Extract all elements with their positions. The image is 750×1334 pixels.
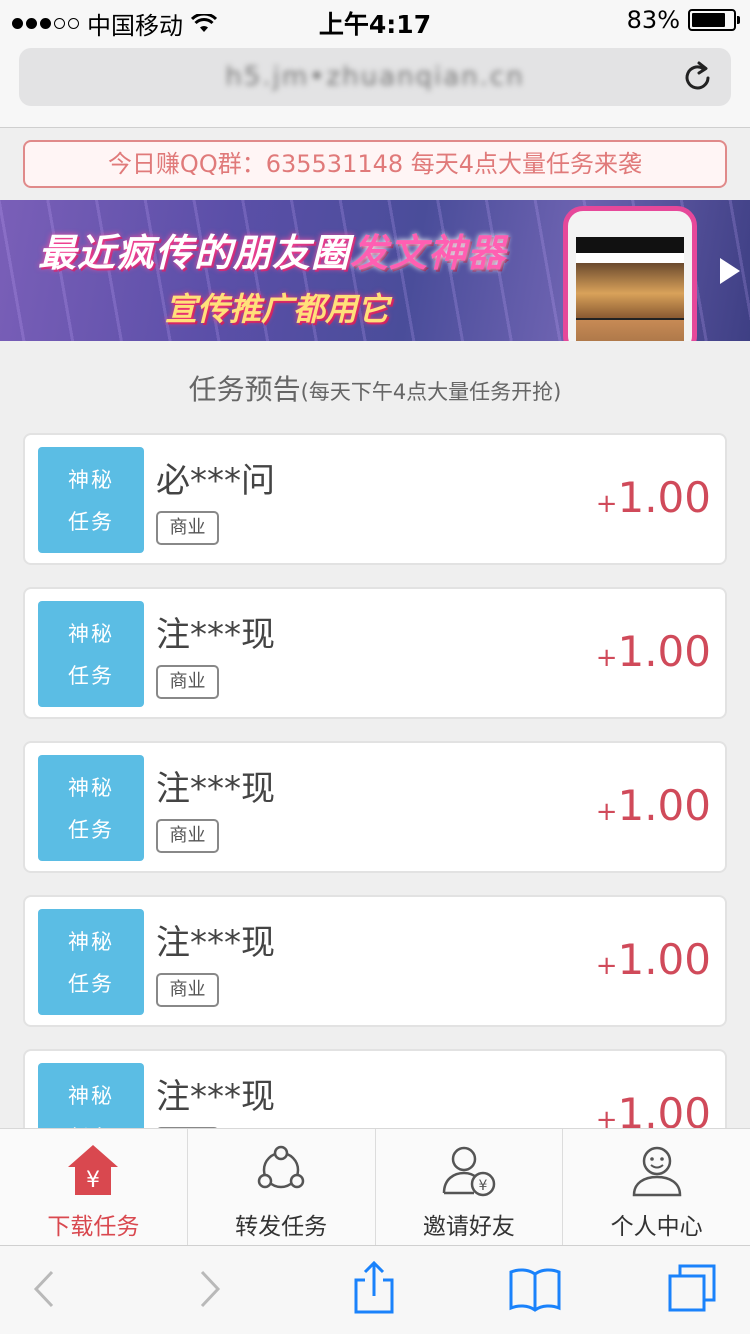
reward-plus: + <box>595 951 618 981</box>
task-name: 注***现 <box>156 615 275 655</box>
tab-profile[interactable]: 个人中心 <box>563 1129 750 1245</box>
task-badge: 神秘 任务 <box>38 1063 144 1128</box>
browser-url-area: h5.jm•zhuanqian.cn <box>0 40 750 128</box>
banner-headline: 最近疯传的朋友圈发文神器 <box>38 222 506 277</box>
task-badge: 神秘 任务 <box>38 909 144 1015</box>
url-field[interactable]: h5.jm•zhuanqian.cn <box>19 48 731 106</box>
banner-next-arrow-icon[interactable] <box>720 258 740 284</box>
reload-icon[interactable] <box>681 60 715 94</box>
task-name: 注***现 <box>156 923 275 963</box>
task-tag: 商业 <box>156 973 219 1007</box>
bookmarks-icon[interactable] <box>508 1266 562 1312</box>
section-title: 任务预告(每天下午4点大量任务开抢) <box>0 368 750 408</box>
tab-label: 个人中心 <box>610 1214 703 1240</box>
task-badge-line1: 神秘 <box>68 622 114 646</box>
section-title-main: 任务预告 <box>188 373 301 406</box>
task-list[interactable]: 神秘 任务 必***问 商业 +1.00 神秘 任务 注***现 商业 +1.0… <box>23 433 727 1128</box>
task-badge-line2: 任务 <box>68 818 114 842</box>
tab-invite-friends[interactable]: ¥ 邀请好友 <box>376 1129 564 1245</box>
reward-amount: 1.00 <box>617 473 711 522</box>
profile-icon <box>632 1146 681 1197</box>
reward-amount: 1.00 <box>617 935 711 984</box>
tab-label: 邀请好友 <box>422 1214 515 1240</box>
tab-label: 下载任务 <box>47 1214 140 1240</box>
task-tag: 商业 <box>156 665 219 699</box>
section-title-sub: (每天下午4点大量任务开抢) <box>300 380 562 404</box>
task-badge-line1: 神秘 <box>68 468 114 492</box>
svg-text:¥: ¥ <box>86 1168 100 1193</box>
tab-label: 转发任务 <box>235 1214 328 1240</box>
task-name: 必***问 <box>156 461 275 501</box>
task-badge: 神秘 任务 <box>38 601 144 707</box>
reward-plus: + <box>595 1105 618 1128</box>
task-card[interactable]: 神秘 任务 注***现 商业 +1.00 <box>23 587 727 719</box>
reward-plus: + <box>595 643 618 673</box>
banner-subline: 宣传推广都用它 <box>165 290 390 328</box>
task-badge-line1: 神秘 <box>68 1084 114 1108</box>
task-badge: 神秘 任务 <box>38 447 144 553</box>
task-badge-line1: 神秘 <box>68 930 114 954</box>
task-card[interactable]: 神秘 任务 注***现 商业 +1.00 <box>23 1049 727 1128</box>
task-name: 注***现 <box>156 1077 275 1117</box>
back-arrow-icon[interactable] <box>30 1264 58 1314</box>
phone-mockup-image <box>563 206 697 341</box>
reward-plus: + <box>595 797 618 827</box>
battery-fill <box>692 13 726 27</box>
invite-friend-icon: ¥ <box>442 1146 496 1197</box>
status-right: 83% <box>626 6 740 34</box>
home-yen-icon: ¥ <box>68 1145 119 1195</box>
qq-group-notice[interactable]: 今日赚QQ群：635531148 每天4点大量任务来袭 <box>23 140 727 188</box>
battery-percent: 83% <box>626 6 680 34</box>
task-reward: +1.00 <box>596 935 711 984</box>
task-card[interactable]: 神秘 任务 注***现 商业 +1.00 <box>23 895 727 1027</box>
reward-amount: 1.00 <box>617 1089 711 1128</box>
forward-arrow-icon[interactable] <box>196 1264 224 1314</box>
task-tag: 商业 <box>156 819 219 853</box>
banner-headline-a: 最近疯传的朋友圈 <box>38 231 351 275</box>
task-name: 注***现 <box>156 769 275 809</box>
promo-banner[interactable]: 最近疯传的朋友圈发文神器 宣传推广都用它 <box>0 200 750 341</box>
task-card[interactable]: 神秘 任务 必***问 商业 +1.00 <box>23 433 727 565</box>
task-badge: 神秘 任务 <box>38 755 144 861</box>
task-tag: 商业 <box>156 511 219 545</box>
svg-text:¥: ¥ <box>478 1178 487 1194</box>
reward-amount: 1.00 <box>617 781 711 830</box>
task-badge-line2: 任务 <box>68 972 114 996</box>
url-text: h5.jm•zhuanqian.cn <box>225 62 525 92</box>
status-bar: 中国移动 上午4:17 83% <box>0 0 750 40</box>
browser-toolbar <box>0 1245 750 1334</box>
banner-headline-b: 发文神器 <box>350 231 507 275</box>
battery-icon <box>688 9 740 31</box>
task-card[interactable]: 神秘 任务 注***现 商业 +1.00 <box>23 741 727 873</box>
task-badge-line2: 任务 <box>68 664 114 688</box>
tab-download-tasks[interactable]: ¥ 下载任务 <box>0 1129 188 1245</box>
task-badge-line2: 任务 <box>68 510 114 534</box>
task-reward: +1.00 <box>596 627 711 676</box>
bottom-tab-bar: ¥ 下载任务 转发任务 ¥ 邀请好友 个人中心 <box>0 1128 750 1245</box>
share-sheet-icon[interactable] <box>352 1260 396 1316</box>
task-reward: +1.00 <box>596 1089 711 1128</box>
task-reward: +1.00 <box>596 473 711 522</box>
reward-plus: + <box>595 489 618 519</box>
share-icon <box>257 1145 305 1189</box>
tabs-icon[interactable] <box>666 1262 720 1316</box>
task-reward: +1.00 <box>596 781 711 830</box>
tab-share-tasks[interactable]: 转发任务 <box>188 1129 376 1245</box>
task-badge-line1: 神秘 <box>68 776 114 800</box>
reward-amount: 1.00 <box>617 627 711 676</box>
